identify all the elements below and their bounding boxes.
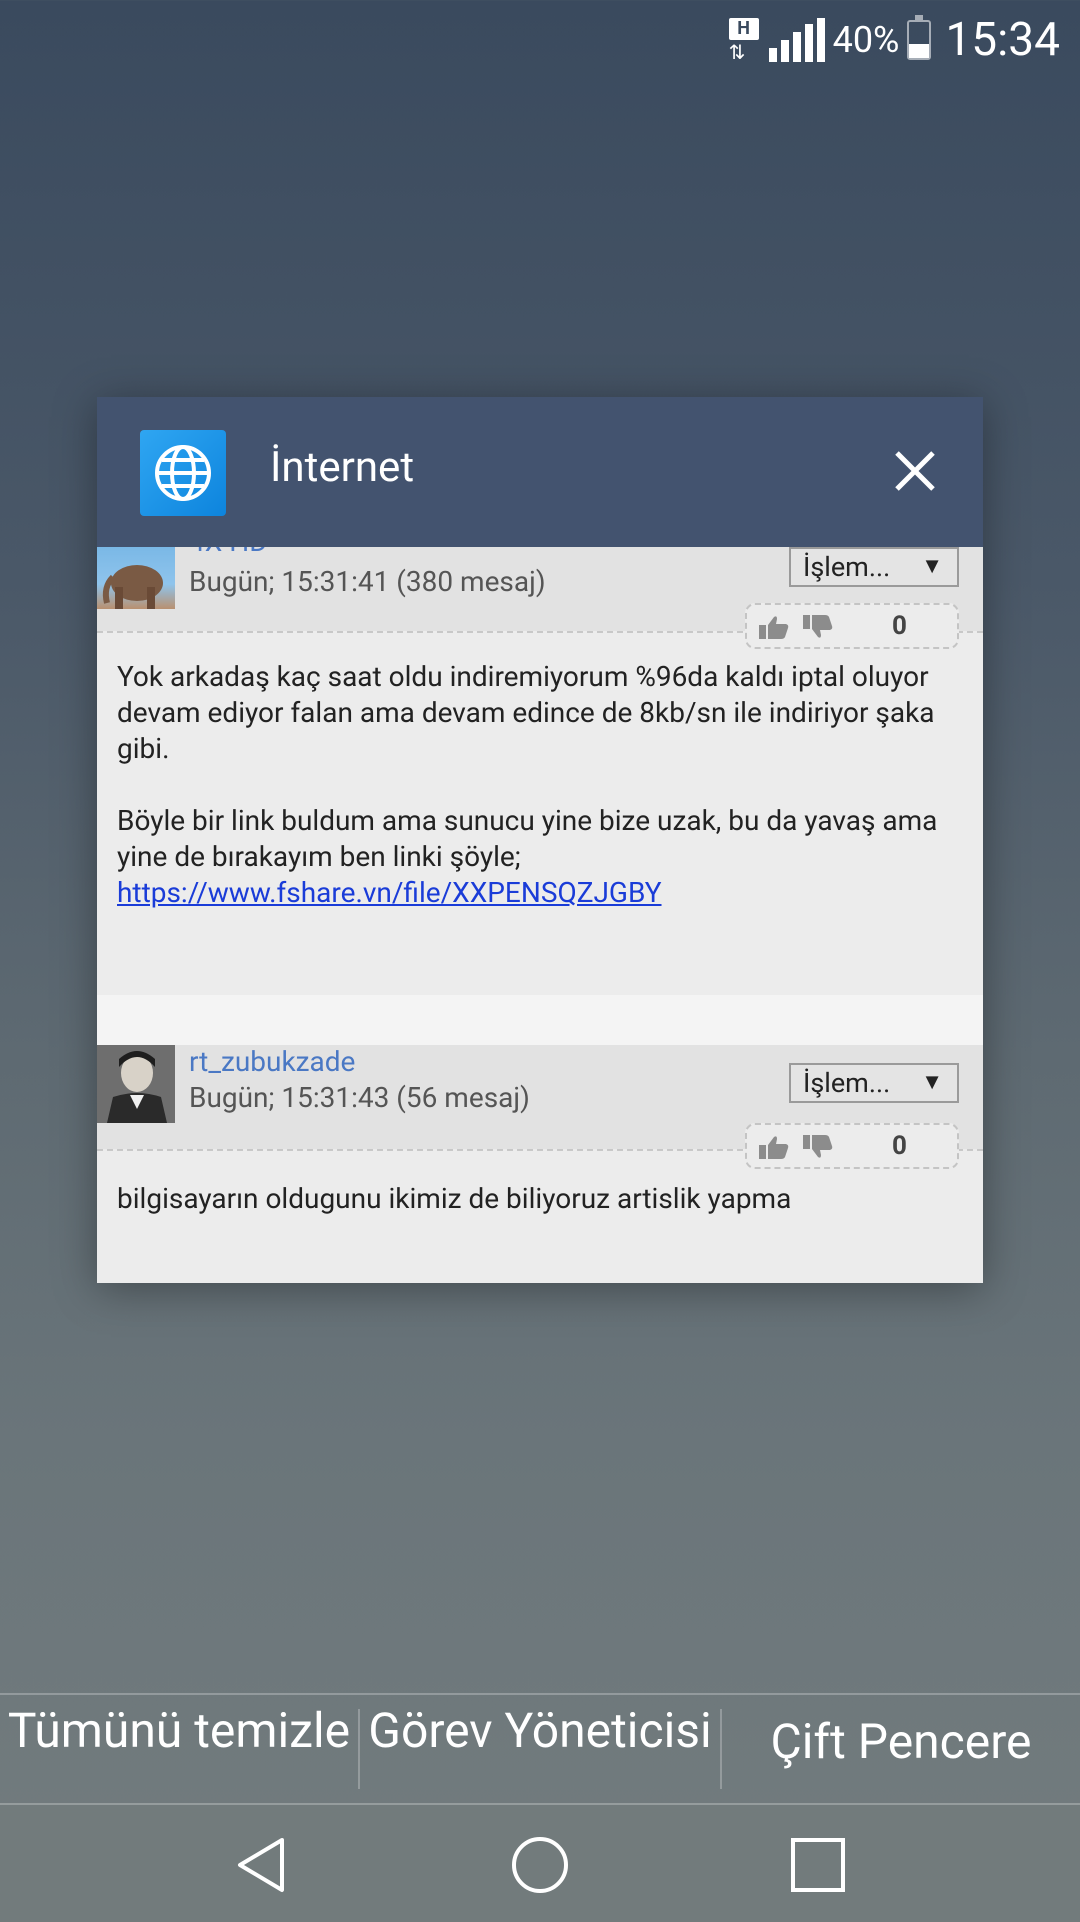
caret-down-icon: ▼: [921, 554, 943, 579]
post-body: Yok arkadaş kaç saat oldu indiremiyorum …: [117, 659, 963, 911]
battery-percent: 40%: [832, 19, 900, 61]
caret-down-icon: ▼: [921, 1070, 943, 1095]
app-preview: 4X HD Bugün; 15:31:41 (380 mesaj) İşlem.…: [97, 547, 983, 1283]
status-bar: H ⇅ 40% 15:34: [0, 0, 1080, 80]
vote-count: 0: [892, 611, 907, 641]
recents-icon[interactable]: [788, 1835, 848, 1895]
post-action-label: İşlem...: [803, 551, 891, 583]
avatar: [97, 1045, 175, 1123]
post-action-label: İşlem...: [803, 1067, 891, 1099]
thumbs-down-icon[interactable]: [803, 615, 833, 643]
vote-count: 0: [892, 1131, 907, 1161]
close-icon[interactable]: [887, 443, 943, 499]
data-arrows-icon: ⇅: [728, 40, 746, 64]
dual-window-button[interactable]: Çift Pencere: [722, 1695, 1080, 1805]
post-separator: [97, 995, 983, 1045]
clear-all-label: Tümünü temizle: [7, 1702, 351, 1759]
task-manager-button[interactable]: Görev Yöneticisi: [360, 1695, 720, 1805]
username[interactable]: 4X HD: [189, 547, 268, 558]
app-title: İnternet: [270, 443, 415, 492]
thumbs-up-icon[interactable]: [759, 1135, 789, 1163]
post-action-select[interactable]: İşlem... ▼: [789, 547, 959, 587]
recent-app-card[interactable]: İnternet 4X HD Bugün; 15:31:41 (380 mesa…: [97, 397, 983, 1283]
vote-box: 0: [745, 1123, 959, 1169]
thumbs-up-icon[interactable]: [759, 615, 789, 643]
post-action-select[interactable]: İşlem... ▼: [789, 1063, 959, 1103]
post-paragraph: Böyle bir link buldum ama sunucu yine bi…: [117, 804, 938, 873]
username[interactable]: rt_zubukzade: [189, 1045, 355, 1078]
network-type-label: H: [728, 18, 759, 40]
clock: 15:34: [945, 13, 1060, 67]
recents-action-bar: Tümünü temizle Görev Yöneticisi Çift Pen…: [0, 1693, 1080, 1805]
signal-icon: [768, 18, 825, 62]
post-meta: Bugün; 15:31:43 (56 mesaj): [189, 1081, 530, 1114]
dual-window-label: Çift Pencere: [770, 1713, 1032, 1770]
card-header: İnternet: [97, 397, 983, 547]
thumbs-down-icon[interactable]: [803, 1135, 833, 1163]
network-h-icon: H ⇅: [727, 18, 761, 62]
back-icon[interactable]: [232, 1835, 292, 1895]
globe-icon: [140, 430, 226, 516]
task-manager-label: Görev Yöneticisi: [368, 1702, 712, 1759]
post-body: bilgisayarın oldugunu ikimiz de biliyoru…: [117, 1182, 792, 1215]
avatar: [97, 547, 175, 609]
post-paragraph: Yok arkadaş kaç saat oldu indiremiyorum …: [117, 660, 935, 765]
post-meta: Bugün; 15:31:41 (380 mesaj): [189, 565, 546, 598]
home-icon[interactable]: [510, 1835, 570, 1895]
battery-icon: [907, 15, 932, 60]
post-link[interactable]: https://www.fshare.vn/file/XXPENSQZJGBY: [117, 876, 662, 909]
navigation-bar: [0, 1803, 1080, 1922]
clear-all-button[interactable]: Tümünü temizle: [0, 1695, 358, 1805]
status-bar-right: H ⇅ 40% 15:34: [727, 10, 1060, 70]
vote-box: 0: [745, 603, 959, 649]
